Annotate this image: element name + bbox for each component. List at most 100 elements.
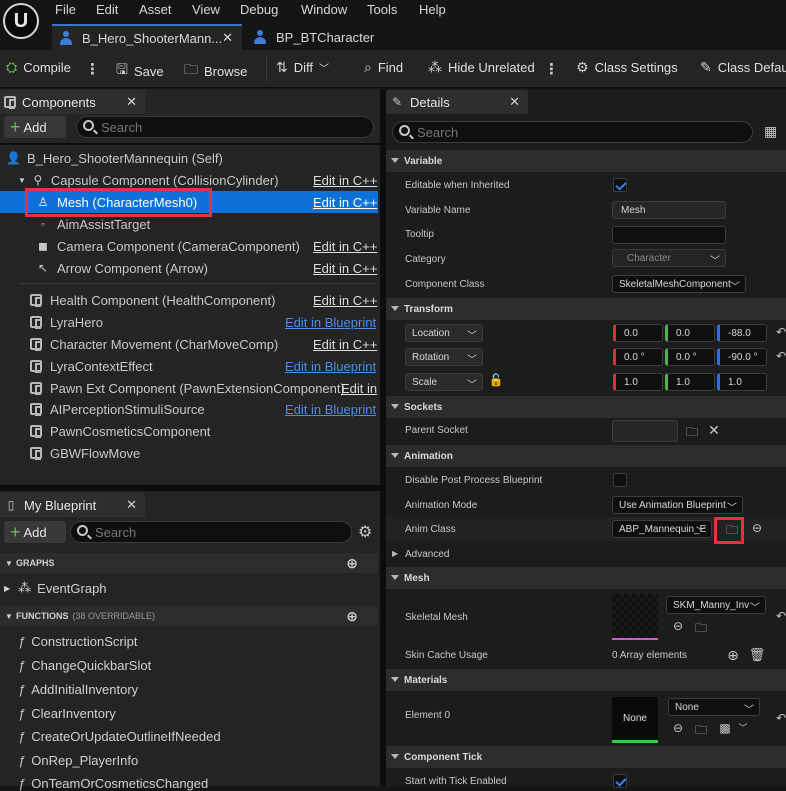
compile-options-icon[interactable]: ⋮ <box>85 60 100 78</box>
edit-in-blueprint-link[interactable]: Edit in Blueprint <box>285 402 376 417</box>
component-row-aiperception[interactable]: AIPerceptionStimuliSource Edit in Bluepr… <box>0 398 378 420</box>
function-item[interactable]: ƒ OnTeamOrCosmeticsChanged <box>18 776 208 791</box>
reset-to-default-icon[interactable]: ↶ <box>772 349 786 365</box>
browse-socket-icon[interactable]: 🗀 <box>683 423 701 439</box>
location-mode-dropdown[interactable]: Location ﹀ <box>405 324 483 342</box>
animation-section-header[interactable]: Animation <box>386 445 786 467</box>
function-item[interactable]: ƒ ConstructionScript <box>18 634 137 649</box>
scale-mode-dropdown[interactable]: Scale ﹀ <box>405 373 483 391</box>
reset-to-default-icon[interactable]: ↶ <box>772 609 786 625</box>
tab-b-hero-shootermannequin[interactable]: B_Hero_ShooterMann... ✕ <box>52 24 242 50</box>
close-tab-icon[interactable]: ✕ <box>222 30 233 46</box>
component-row-contexteffect[interactable]: LyraContextEffect Edit in Blueprint <box>0 355 378 377</box>
component-row-arrow[interactable]: ↖ Arrow Component (Arrow) Edit in C++ <box>0 257 378 279</box>
skeletal-mesh-dropdown[interactable]: SKM_Manny_Inv ﹀ <box>666 596 766 614</box>
skeletal-mesh-thumbnail[interactable] <box>612 594 658 640</box>
variable-name-field[interactable]: Mesh <box>612 201 726 219</box>
expand-arrow-icon[interactable]: ▶ <box>4 584 10 593</box>
menu-debug[interactable]: Debug <box>240 2 278 17</box>
menu-file[interactable]: File <box>55 2 76 17</box>
rotation-mode-dropdown[interactable]: Rotation ﹀ <box>405 348 483 366</box>
hide-unrelated-button[interactable]: ⁂ Hide Unrelated <box>428 59 535 76</box>
material-options-icon[interactable]: ▩ <box>716 721 734 737</box>
compile-button[interactable]: ⛭ Compile <box>6 59 71 76</box>
function-item[interactable]: ƒ CreateOrUpdateOutlineIfNeeded <box>18 729 221 744</box>
location-z-field[interactable]: -88.0 <box>717 324 767 342</box>
component-row-lyrahero[interactable]: LyraHero Edit in Blueprint <box>0 311 378 333</box>
save-button[interactable]: 🖫 Save <box>116 59 164 83</box>
components-search-input[interactable]: Search <box>76 116 374 138</box>
component-class-dropdown[interactable]: SkeletalMeshComponent ﹀ <box>612 275 746 293</box>
edit-in-blueprint-link[interactable]: Edit in Blueprint <box>285 315 376 330</box>
use-selected-asset-icon[interactable]: ⊖ <box>669 619 687 635</box>
close-icon[interactable]: ✕ <box>126 94 137 110</box>
function-item[interactable]: ƒ AddInitialInventory <box>18 682 138 697</box>
disable-post-process-checkbox[interactable] <box>613 473 627 487</box>
functions-section-header[interactable]: ▼ FUNCTIONS (38 OVERRIDABLE) ⊕ <box>0 606 378 626</box>
location-x-field[interactable]: 0.0 <box>613 324 663 342</box>
advanced-row[interactable]: ▶ Advanced <box>386 545 786 565</box>
tab-bp-btcharacter[interactable]: BP_BTCharacter <box>246 24 386 50</box>
close-icon[interactable]: ✕ <box>126 497 137 513</box>
diff-button[interactable]: ⇅ Diff ﹀ <box>276 59 329 76</box>
expand-arrow-icon[interactable]: ▼ <box>18 176 26 185</box>
component-tick-section-header[interactable]: Component Tick <box>386 746 786 768</box>
scale-x-field[interactable]: 1.0 <box>613 373 663 391</box>
category-dropdown[interactable]: Character ﹀ <box>612 249 726 267</box>
clear-icon[interactable]: ✕ <box>705 422 723 438</box>
menu-tools[interactable]: Tools <box>367 2 397 17</box>
edit-in-cpp-link[interactable]: Edit in C++ <box>313 261 377 276</box>
details-tab[interactable]: ✎ Details ✕ <box>386 90 528 114</box>
editable-when-inherited-checkbox[interactable] <box>613 178 627 192</box>
edit-in-blueprint-link[interactable]: Edit in Blueprint <box>285 359 376 374</box>
parent-socket-field[interactable] <box>612 420 678 442</box>
function-item[interactable]: ƒ ChangeQuickbarSlot <box>18 658 151 673</box>
components-tab[interactable]: Components ✕ <box>0 90 145 114</box>
edit-in-cpp-link[interactable]: Edit in C++ <box>313 195 377 210</box>
browse-button[interactable]: 🗀 Browse <box>184 59 247 83</box>
location-y-field[interactable]: 0.0 <box>665 324 715 342</box>
add-graph-icon[interactable]: ⊕ <box>346 555 358 572</box>
reset-to-default-icon[interactable]: ↶ <box>772 711 786 727</box>
anim-class-dropdown[interactable]: ABP_Mannequin_E ﹀ <box>612 520 712 538</box>
rotation-y-field[interactable]: 0.0 ° <box>665 348 715 366</box>
material-dropdown[interactable]: None ﹀ <box>668 698 760 716</box>
chevron-down-icon[interactable]: ﹀ <box>734 721 752 737</box>
reset-to-default-icon[interactable]: ↶ <box>772 325 786 341</box>
rotation-x-field[interactable]: 0.0 ° <box>613 348 663 366</box>
use-selected-asset-icon[interactable]: ⊖ <box>748 521 766 537</box>
add-component-button[interactable]: + Add <box>4 116 66 138</box>
use-selected-asset-icon[interactable]: ⊖ <box>669 721 687 737</box>
edit-in-cpp-link[interactable]: Edit in C++ <box>313 337 377 352</box>
component-row-pawncosmetics[interactable]: PawnCosmeticsComponent <box>0 420 378 442</box>
edit-in-cpp-link[interactable]: Edit in C++ <box>313 239 377 254</box>
component-row-pawnext[interactable]: Pawn Ext Component (PawnExtensionCompone… <box>0 377 378 399</box>
my-blueprint-search-input[interactable]: Search <box>70 521 352 543</box>
menu-edit[interactable]: Edit <box>96 2 118 17</box>
add-element-icon[interactable]: ⊕ <box>724 647 742 663</box>
animation-mode-dropdown[interactable]: Use Animation Blueprint ﹀ <box>612 496 743 514</box>
materials-section-header[interactable]: Materials <box>386 669 786 691</box>
edit-in-cpp-link[interactable]: Edit in C++ <box>313 293 377 308</box>
class-settings-button[interactable]: ⚙ Class Settings <box>576 59 678 76</box>
function-item[interactable]: ƒ ClearInventory <box>18 706 116 721</box>
menu-asset[interactable]: Asset <box>139 2 172 17</box>
menu-view[interactable]: View <box>192 2 220 17</box>
find-button[interactable]: ⌕ Find <box>364 59 403 76</box>
menu-help[interactable]: Help <box>419 2 446 17</box>
class-defaults-button[interactable]: ✎ Class Defaults <box>700 59 786 76</box>
details-search-input[interactable]: Search <box>392 121 753 143</box>
graphs-section-header[interactable]: ▼ GRAPHS ⊕ <box>0 553 378 573</box>
add-function-icon[interactable]: ⊕ <box>346 608 358 625</box>
function-item[interactable]: ƒ OnRep_PlayerInfo <box>18 753 138 768</box>
sockets-section-header[interactable]: Sockets <box>386 396 786 418</box>
gear-icon[interactable]: ⚙ <box>358 522 372 542</box>
lock-icon[interactable]: 🔓 <box>487 373 505 389</box>
component-row-gbwflowmove[interactable]: GBWFlowMove <box>0 442 378 464</box>
component-row-health[interactable]: Health Component (HealthComponent) Edit … <box>0 289 378 311</box>
rotation-z-field[interactable]: -90.0 ° <box>717 348 767 366</box>
component-row-charmove[interactable]: Character Movement (CharMoveComp) Edit i… <box>0 333 378 355</box>
component-root-row[interactable]: 👤 B_Hero_ShooterMannequin (Self) <box>0 147 378 169</box>
browse-to-asset-icon[interactable]: 🗀 <box>692 721 710 737</box>
tooltip-field[interactable] <box>612 226 726 244</box>
